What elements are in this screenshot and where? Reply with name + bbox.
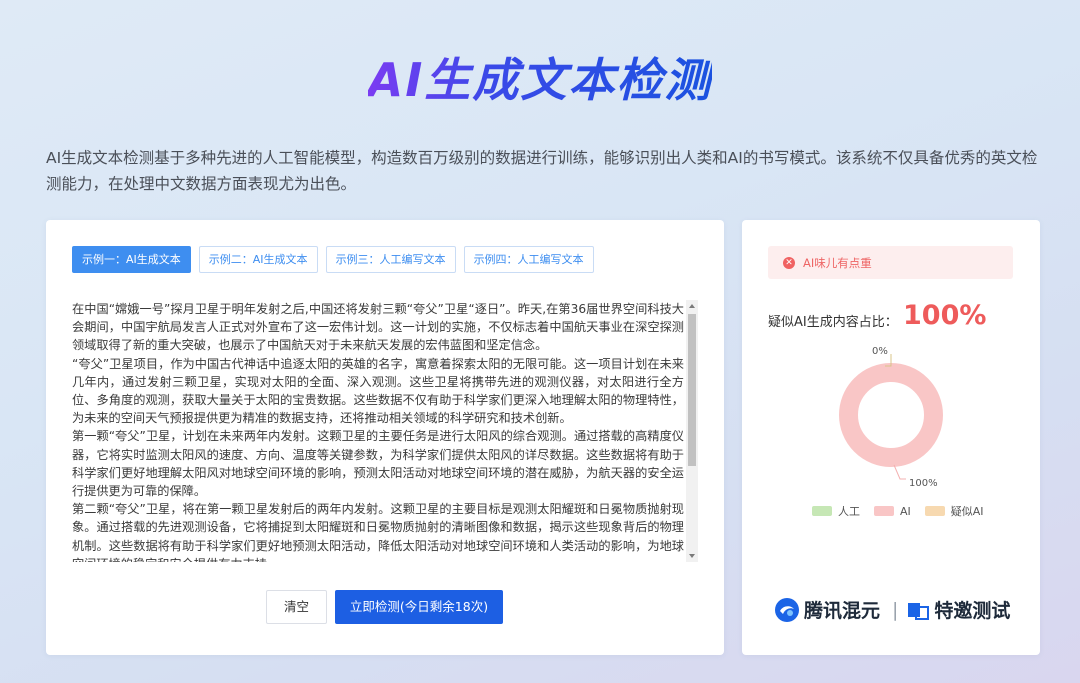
page-title: AI生成文本检测	[367, 53, 713, 107]
result-alert: ✕ AI味儿有点重	[768, 246, 1013, 279]
page-description: AI生成文本检测基于多种先进的人工智能模型，构造数百万级别的数据进行训练，能够识…	[46, 149, 1038, 193]
legend-item-human[interactable]: 人工	[812, 503, 860, 519]
tab-example-1[interactable]: 示例一：AI生成文本	[72, 246, 191, 273]
ai-ratio-value: 100%	[903, 300, 987, 331]
close-circle-icon: ✕	[783, 256, 795, 269]
scrollbar-thumb[interactable]	[688, 314, 696, 466]
text-paragraph: “夸父”卫星项目，作为中国古代神话中追逐太阳的英雄的名字，寓意着探索太阳的无限可…	[72, 356, 684, 426]
text-paragraph: 第二颗“夸父”卫星，将在第一颗卫星发射后的两年内发射。这颗卫星的主要目标是观测太…	[72, 502, 684, 562]
chart-label-bottom: 100%	[909, 478, 938, 489]
text-scrollbar[interactable]	[686, 300, 698, 562]
alert-text: AI味儿有点重	[803, 255, 872, 270]
brand-logos: 腾讯混元 | 特邀测试	[774, 596, 1010, 623]
scroll-down-arrow-icon[interactable]	[689, 554, 695, 558]
legend-item-suspected-ai[interactable]: 疑似AI	[924, 503, 984, 519]
text-paragraph: 第一颗“夸父”卫星，计划在未来两年内发射。这颗卫星的主要任务是进行太阳风的综合观…	[72, 429, 684, 499]
hunyuan-logo-icon	[775, 597, 799, 622]
text-paragraph: 在中国“嫦娥一号”探月卫星于明年发射之后,中国还将发射三颗“夸父”卫星“逐日”。…	[72, 302, 684, 353]
text-content[interactable]: 在中国“嫦娥一号”探月卫星于明年发射之后,中国还将发射三颗“夸父”卫星“逐日”。…	[72, 300, 684, 562]
chart-label-top: 0%	[872, 346, 888, 357]
chart-legend: 人工 AI 疑似AI	[812, 503, 984, 519]
legend-swatch	[924, 506, 945, 516]
clear-button[interactable]: 清空	[266, 590, 327, 624]
legend-swatch	[874, 506, 894, 516]
input-panel: 示例一：AI生成文本 示例二：AI生成文本 示例三：人工编写文本 示例四：人工编…	[46, 220, 724, 655]
brand-tagline: 特邀测试	[934, 600, 1011, 622]
tab-example-2[interactable]: 示例二：AI生成文本	[198, 246, 318, 273]
donut-chart: 0% 100%	[839, 346, 943, 489]
detect-button[interactable]: 立即检测(今日剩余18次)	[335, 590, 503, 624]
scroll-up-arrow-icon[interactable]	[689, 304, 695, 308]
result-panel: ✕ AI味儿有点重 疑似AI生成内容占比： 100% 0% 100% 人工 AI…	[742, 220, 1040, 655]
tab-example-3[interactable]: 示例三：人工编写文本	[325, 246, 456, 273]
donut-slice-AI[interactable]	[839, 363, 943, 467]
brand-name: 腾讯混元	[804, 600, 881, 622]
legend-item-ai[interactable]: AI	[874, 503, 911, 519]
test-badge-icon	[908, 602, 930, 620]
ai-ratio-label: 疑似AI生成内容占比：	[768, 315, 898, 330]
tab-example-4[interactable]: 示例四：人工编写文本	[463, 246, 594, 273]
legend-label: 疑似AI	[950, 505, 984, 518]
legend-label: 人工	[838, 505, 860, 518]
bottom-label-leader	[893, 464, 906, 480]
legend-swatch	[812, 506, 832, 516]
legend-label: AI	[900, 504, 911, 518]
text-input-area[interactable]: 在中国“嫦娥一号”探月卫星于明年发射之后,中国还将发射三颗“夸父”卫星“逐日”。…	[72, 300, 698, 562]
example-tabs: 示例一：AI生成文本 示例二：AI生成文本 示例三：人工编写文本 示例四：人工编…	[72, 246, 594, 273]
